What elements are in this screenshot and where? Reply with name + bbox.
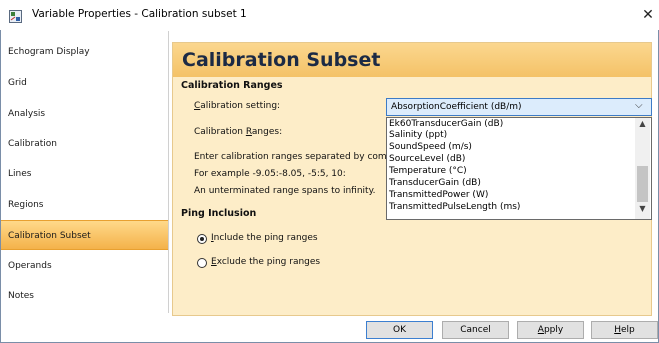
sidebar-item-lines[interactable]: Lines <box>1 159 168 189</box>
help-text-line-3: An unterminated range spans to infinity. <box>194 186 376 196</box>
dropdown-option[interactable]: SoundSpeed (m/s) <box>389 142 472 153</box>
calibration-ranges-label: Calibration Ranges: <box>194 127 283 137</box>
dropdown-option[interactable]: TransmittedPulseLength (ms) <box>389 202 520 213</box>
dropdown-selected-value: AbsorptionCoefficient (dB/m) <box>391 102 522 112</box>
sidebar-item-grid[interactable]: Grid <box>1 68 168 98</box>
page-title: Calibration Subset <box>182 49 381 71</box>
dropdown-option[interactable]: SourceLevel (dB) <box>389 154 465 165</box>
app-icon <box>9 10 22 23</box>
sidebar-item-calibration-subset[interactable]: Calibration Subset <box>1 220 168 250</box>
ping-inclusion-heading: Ping Inclusion <box>181 208 257 219</box>
dropdown-option[interactable]: TransmittedPower (W) <box>389 190 488 201</box>
sidebar-item-regions[interactable]: Regions <box>1 190 168 220</box>
dropdown-option[interactable]: Ek60TransducerGain (dB) <box>389 119 503 130</box>
window-title: Variable Properties - Calibration subset… <box>32 8 247 20</box>
dropdown-option[interactable]: Temperature (°C) <box>389 166 467 177</box>
close-icon[interactable]: ✕ <box>638 5 658 25</box>
calibration-setting-dropdown[interactable]: AbsorptionCoefficient (dB/m) ⌵ <box>386 98 652 116</box>
scroll-up-icon[interactable]: ▲ <box>635 119 650 131</box>
help-text-line-1: Enter calibration ranges separated by co… <box>194 152 391 162</box>
exclude-radio[interactable] <box>197 258 207 268</box>
sidebar-item-echogram-display[interactable]: Echogram Display <box>1 37 168 67</box>
cancel-button[interactable]: Cancel <box>442 321 509 339</box>
sidebar-item-operands[interactable]: Operands <box>1 251 168 281</box>
chevron-down-icon[interactable]: ⌵ <box>635 100 643 111</box>
ok-button[interactable]: OK <box>366 321 433 339</box>
scroll-down-icon[interactable]: ▼ <box>635 204 650 216</box>
calibration-ranges-heading: Calibration Ranges <box>181 80 283 91</box>
dropdown-option[interactable]: TransducerGain (dB) <box>389 178 481 189</box>
dropdown-list[interactable]: Ek60TransducerGain (dB) Salinity (ppt) S… <box>386 117 652 220</box>
include-radio-label[interactable]: Include the ping ranges <box>211 233 318 243</box>
scrollbar-thumb[interactable] <box>637 166 648 202</box>
sidebar-item-notes[interactable]: Notes <box>1 281 168 311</box>
help-button[interactable]: Help <box>591 321 658 339</box>
sidebar-item-analysis[interactable]: Analysis <box>1 99 168 129</box>
sidebar: Echogram Display Grid Analysis Calibrati… <box>1 31 169 313</box>
help-text-line-2: For example -9.05:-8.05, -5:5, 10: <box>194 169 346 179</box>
exclude-radio-label[interactable]: Exclude the ping ranges <box>211 257 320 267</box>
sidebar-item-calibration[interactable]: Calibration <box>1 129 168 159</box>
calibration-setting-label: Calibration setting: <box>194 101 281 111</box>
apply-button[interactable]: Apply <box>517 321 584 339</box>
content-header: Calibration Subset <box>173 43 651 77</box>
include-radio[interactable] <box>197 234 207 244</box>
dropdown-option[interactable]: Salinity (ppt) <box>389 130 447 141</box>
